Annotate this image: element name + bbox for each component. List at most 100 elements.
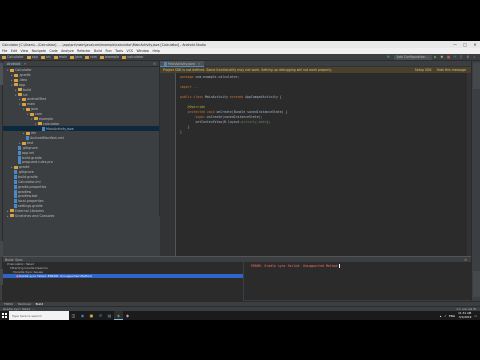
code-token: super <box>180 115 205 119</box>
menu-item-code[interactable]: Code <box>49 49 57 53</box>
tab-mainactivity[interactable]: MainActivity.java ✕ <box>160 61 205 67</box>
start-button[interactable] <box>0 311 9 320</box>
build-tree: ▾ Calculator: failed ▾ Starting Gradle Da… <box>3 262 244 301</box>
file-icon <box>42 126 45 131</box>
menu-item-vcs[interactable]: VCS <box>127 49 133 53</box>
android-studio-icon[interactable]: ◈ <box>114 311 123 320</box>
breadcrumb-label: main <box>58 55 68 59</box>
menu-item-run[interactable]: Run <box>106 49 112 53</box>
breadcrumb-item[interactable]: src <box>40 55 51 59</box>
error-message: ERROR: Gradle sync failed: Unsupported M… <box>245 262 471 268</box>
folder-icon <box>10 68 14 72</box>
file-icon <box>14 174 17 179</box>
folder-icon <box>30 112 34 116</box>
menu-item-window[interactable]: Window <box>136 49 149 53</box>
file-icon <box>18 160 21 165</box>
sync-icon[interactable]: ⟳ <box>453 55 458 60</box>
volume-icon[interactable]: ♪ <box>444 314 446 318</box>
avd-manager-icon[interactable]: ▯ <box>459 55 464 60</box>
folder-icon <box>34 117 38 121</box>
language-indicator[interactable]: ENG <box>449 314 455 318</box>
menu-item-file[interactable]: File <box>2 49 7 53</box>
add-configuration-button[interactable]: Add Configuration... <box>393 54 432 60</box>
menu-item-tools[interactable]: Tools <box>115 49 123 53</box>
project-view-selector[interactable]: Android <box>5 61 23 66</box>
menu-item-build[interactable]: Build <box>94 49 102 53</box>
right-tool-strip <box>471 61 480 301</box>
app-icon[interactable]: ◆ <box>123 311 132 320</box>
tree-node-label: .gradle <box>19 73 31 78</box>
code-token: public class <box>180 95 205 99</box>
tree-node-label: local.properties <box>18 199 44 204</box>
breadcrumb-item[interactable]: com <box>84 55 97 59</box>
build-panel-title: Build: Sync <box>5 257 23 262</box>
code-token: ); <box>266 120 271 124</box>
menu-item-refactor[interactable]: Refactor <box>77 49 90 53</box>
hammer-icon[interactable]: ⚒ <box>386 55 391 60</box>
folder-icon <box>10 209 14 213</box>
search-placeholder: Type here to search <box>12 313 42 318</box>
breadcrumb-item[interactable]: calculator <box>122 55 143 59</box>
tree-node-label: androidTest <box>27 97 47 102</box>
tree-node-label: MainActivity.java <box>46 126 74 131</box>
breadcrumb-item[interactable]: example <box>100 55 119 59</box>
breadcrumb-item[interactable]: java <box>70 55 82 59</box>
tree-node-label: .gitignore <box>18 170 34 175</box>
windows-logo-icon <box>2 313 7 318</box>
breadcrumb-item[interactable]: app <box>26 55 38 59</box>
hide-message-link[interactable]: Hide this message <box>437 68 466 72</box>
close-button[interactable]: ✕ <box>470 42 480 47</box>
file-icon <box>14 204 17 209</box>
stop-icon[interactable]: ■ <box>446 55 451 60</box>
text-caret <box>339 264 341 268</box>
clock[interactable]: 11:31 AM 3/1/2019 <box>458 311 471 319</box>
breadcrumb-label: java <box>75 55 82 59</box>
tab-label: MainActivity.java <box>168 61 195 66</box>
menu-item-view[interactable]: View <box>21 49 29 53</box>
code-token: protected void <box>180 110 217 114</box>
store-icon[interactable]: ▤ <box>105 311 114 320</box>
browser-icon[interactable]: ◉ <box>78 311 87 320</box>
mail-icon[interactable]: ✉ <box>96 311 105 320</box>
error-text: ERROR: Gradle sync failed: Unsupported M… <box>251 264 338 268</box>
minimize-button[interactable]: — <box>450 42 460 47</box>
debug-icon[interactable]: ✱ <box>440 55 445 60</box>
gear-icon[interactable]: ⚙ <box>153 62 156 66</box>
folder-icon <box>100 55 105 59</box>
setup-sdk-link[interactable]: Setup SDK <box>415 68 432 72</box>
folder-icon <box>70 55 75 59</box>
code-editor[interactable]: package com.example.calculator; import ..… <box>180 75 287 135</box>
device-explorer-tool-tab[interactable] <box>473 271 480 297</box>
file-explorer-icon[interactable]: ▣ <box>87 311 96 320</box>
sdk-manager-icon[interactable]: ⬇ <box>466 55 471 60</box>
notifications-icon[interactable]: ▭ <box>474 314 477 318</box>
chevron-down-icon[interactable]: ▾ <box>24 62 26 66</box>
taskbar-search[interactable]: Type here to search <box>9 311 69 320</box>
task-view-icon[interactable]: ◫ <box>69 311 78 320</box>
code-line: } <box>180 130 287 135</box>
maximize-button[interactable]: □ <box>460 42 470 47</box>
tree-node[interactable]: ▸ Scratches and Consoles <box>3 213 159 218</box>
menu-item-edit[interactable]: Edit <box>11 49 17 53</box>
breadcrumb-item[interactable]: Calculator <box>2 55 24 59</box>
breadcrumb-label: src <box>45 55 51 59</box>
tree-node-label: .gitignore <box>22 145 38 150</box>
run-icon[interactable]: ▶ <box>433 55 438 60</box>
network-icon[interactable]: ▴ <box>440 314 441 318</box>
breadcrumb-item[interactable]: main <box>53 55 68 59</box>
build-error-node[interactable]: ● Gradle sync failed: ERROR: Unsupported… <box>3 274 243 278</box>
sdk-warning-banner: Project SDK is not defined. Some functio… <box>160 67 471 73</box>
folder-icon <box>26 55 31 59</box>
file-icon <box>18 155 21 160</box>
menu-item-help[interactable]: Help <box>153 49 160 53</box>
menu-item-analyze[interactable]: Analyze <box>61 49 74 53</box>
gradle-tool-tab[interactable] <box>473 63 480 89</box>
search-icon[interactable]: ⌕ <box>472 55 477 60</box>
folder-icon <box>18 93 22 97</box>
code-line: public class MainActivity extends AppCom… <box>180 95 287 100</box>
menu-item-navigate[interactable]: Navigate <box>32 49 46 53</box>
gear-icon[interactable]: ⚙ <box>464 258 467 262</box>
project-tree: ▾ Calculator ▸ .gradle ▸ .idea ▾ app ▸ build ▾ src ▸… <box>3 67 159 218</box>
structure-tool-tab[interactable] <box>0 241 3 257</box>
close-tab-icon[interactable]: ✕ <box>198 62 201 66</box>
